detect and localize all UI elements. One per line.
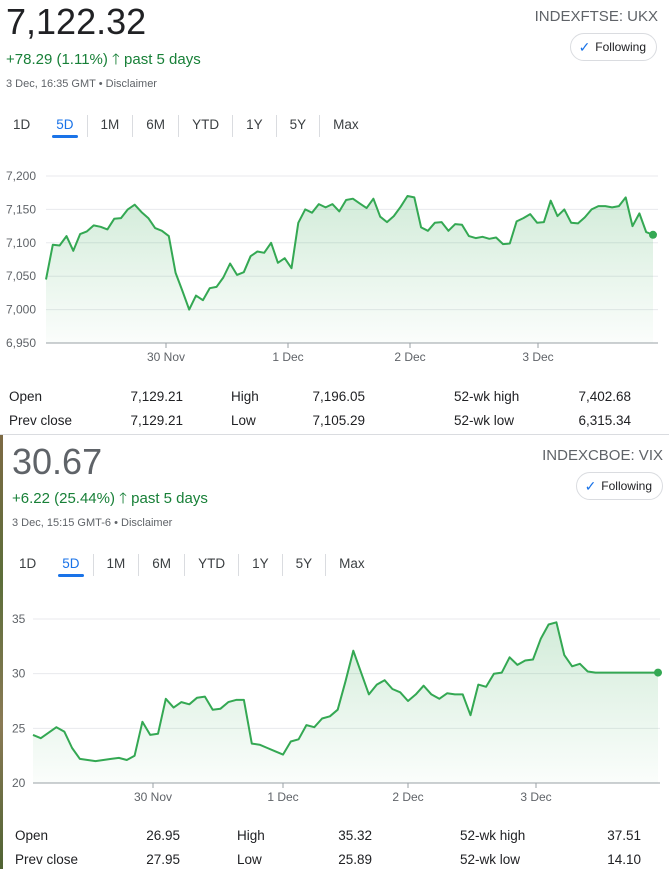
range-1d[interactable]: 1D [6, 550, 49, 577]
change-line: +6.22 (25.44%) 🡑 past 5 days [12, 488, 208, 513]
stat-label: Open [15, 828, 49, 843]
ftse-panel: 7,122.32 INDEXFTSE: UKX ✓ Following +78.… [0, 0, 669, 434]
x-tick-label: 30 Nov [134, 790, 172, 804]
stat-label: Prev close [9, 413, 73, 428]
x-tick-label: 2 Dec [394, 350, 425, 364]
timestamp: 3 Dec, 15:15 GMT-6 • Disclaimer [12, 517, 173, 529]
stat-value: 35.32 [338, 828, 372, 843]
range-6m[interactable]: 6M [139, 550, 184, 577]
check-icon: ✓ [578, 38, 591, 55]
following-button[interactable]: ✓ Following [575, 472, 663, 500]
y-tick-label: 25 [12, 721, 26, 735]
x-tick-label: 30 Nov [147, 350, 185, 364]
ftse-price-chart[interactable]: 6,950 7,000 7,050 7,100 7,150 7,200 30 Nov 1 De… [0, 160, 669, 370]
stat-value: 7,129.21 [130, 389, 183, 404]
stat-label: 52-wk high [454, 389, 520, 404]
ticker-label: INDEXFTSE: UKX [534, 8, 658, 25]
change-value: +6.22 (25.44%) [12, 490, 115, 507]
stat-label: 52-wk low [454, 413, 515, 428]
price-value: 7,122.32 [6, 1, 147, 42]
range-tabs: 1D 5D 1M 6M YTD 1Y 5Y Max [0, 111, 372, 138]
range-1m[interactable]: 1M [94, 550, 139, 577]
y-tick-label: 35 [12, 612, 26, 626]
range-1m[interactable]: 1M [88, 111, 133, 138]
stat-value: 25.89 [338, 852, 372, 867]
x-tick-label: 3 Dec [520, 790, 551, 804]
stat-label: High [237, 828, 265, 843]
x-tick-label: 3 Dec [522, 350, 553, 364]
last-point-marker [654, 668, 662, 677]
stat-value: 7,129.21 [130, 413, 183, 428]
range-5d[interactable]: 5D [49, 550, 92, 577]
y-tick-label: 30 [12, 667, 26, 681]
range-ytd[interactable]: YTD [185, 550, 238, 577]
y-tick-label: 7,200 [6, 169, 36, 183]
x-tick-label: 2 Dec [392, 790, 423, 804]
y-tick-label: 7,050 [6, 269, 36, 283]
last-point-marker [649, 230, 657, 239]
arrow-up-icon: 🡑 [112, 51, 120, 68]
y-tick-label: 6,950 [6, 336, 36, 350]
range-1d[interactable]: 1D [0, 111, 43, 138]
stat-value: 7,105.29 [312, 413, 365, 428]
y-tick-label: 7,150 [6, 202, 36, 216]
vix-panel: 30.67 INDEXCBOE: VIX ✓ Following +6.22 (… [0, 435, 669, 869]
change-period: past 5 days [131, 490, 208, 507]
range-tabs: 1D 5D 1M 6M YTD 1Y 5Y Max [6, 550, 378, 577]
stat-value: 26.95 [146, 828, 180, 843]
y-tick-label: 20 [12, 776, 26, 790]
range-5d[interactable]: 5D [43, 111, 86, 138]
following-label: Following [595, 40, 646, 54]
range-5y[interactable]: 5Y [283, 550, 326, 577]
price-value: 30.67 [12, 441, 103, 482]
range-1y[interactable]: 1Y [239, 550, 282, 577]
range-ytd[interactable]: YTD [179, 111, 232, 138]
range-max[interactable]: Max [320, 111, 372, 138]
stat-value: 37.51 [607, 828, 641, 843]
change-line: +78.29 (1.11%) 🡑 past 5 days [6, 49, 201, 74]
stat-label: Low [237, 852, 262, 867]
arrow-up-icon: 🡑 [119, 490, 127, 507]
stat-label: High [231, 389, 259, 404]
change-period: past 5 days [124, 51, 201, 68]
x-tick-label: 1 Dec [267, 790, 298, 804]
stat-label: 52-wk high [460, 828, 526, 843]
stat-label: 52-wk low [460, 852, 521, 867]
vix-price-chart[interactable]: 20 25 30 35 30 Nov 1 Dec 2 Dec 3 Dec [0, 599, 669, 809]
area-fill [46, 196, 653, 343]
range-6m[interactable]: 6M [133, 111, 178, 138]
stat-value: 6,315.34 [578, 413, 631, 428]
stat-value: 14.10 [607, 852, 641, 867]
change-value: +78.29 (1.11%) [6, 51, 108, 68]
ticker-label: INDEXCBOE: VIX [542, 447, 663, 464]
stat-label: Open [9, 389, 43, 404]
range-max[interactable]: Max [326, 550, 378, 577]
following-label: Following [601, 479, 652, 493]
range-5y[interactable]: 5Y [277, 111, 320, 138]
following-button[interactable]: ✓ Following [569, 33, 657, 61]
x-tick-label: 1 Dec [272, 350, 303, 364]
stat-value: 27.95 [146, 852, 180, 867]
check-icon: ✓ [584, 477, 597, 494]
range-1y[interactable]: 1Y [233, 111, 276, 138]
y-tick-label: 7,000 [6, 303, 36, 317]
stat-value: 7,402.68 [578, 389, 631, 404]
background-edge [0, 435, 3, 869]
y-tick-label: 7,100 [6, 236, 36, 250]
stat-label: Low [231, 413, 256, 428]
stat-label: Prev close [15, 852, 79, 867]
timestamp: 3 Dec, 16:35 GMT • Disclaimer [6, 78, 157, 90]
stat-value: 7,196.05 [312, 389, 365, 404]
